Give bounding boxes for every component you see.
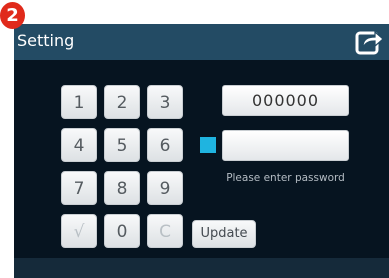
page-title: Setting (17, 31, 75, 50)
device-screen: Setting 1 2 3 4 5 6 7 8 9 √ 0 C 000000 P… (14, 24, 389, 278)
key-6[interactable]: 6 (147, 128, 183, 162)
password-indicator (200, 137, 216, 153)
key-0[interactable]: 0 (104, 214, 140, 248)
title-bar: Setting (14, 24, 389, 60)
key-9[interactable]: 9 (147, 171, 183, 205)
key-8[interactable]: 8 (104, 171, 140, 205)
bottom-bar (14, 258, 389, 278)
key-4[interactable]: 4 (61, 128, 97, 162)
key-7[interactable]: 7 (61, 171, 97, 205)
key-3[interactable]: 3 (147, 85, 183, 119)
password-hint: Please enter password (226, 172, 345, 184)
update-button[interactable]: Update (192, 220, 256, 248)
key-5[interactable]: 5 (104, 128, 140, 162)
step-badge: 2 (0, 2, 25, 29)
export-icon[interactable] (354, 27, 384, 57)
key-2[interactable]: 2 (104, 85, 140, 119)
code-display: 000000 (222, 85, 349, 116)
key-clear[interactable]: C (147, 214, 183, 248)
key-confirm[interactable]: √ (61, 214, 97, 248)
key-1[interactable]: 1 (61, 85, 97, 119)
password-field[interactable] (222, 130, 349, 161)
